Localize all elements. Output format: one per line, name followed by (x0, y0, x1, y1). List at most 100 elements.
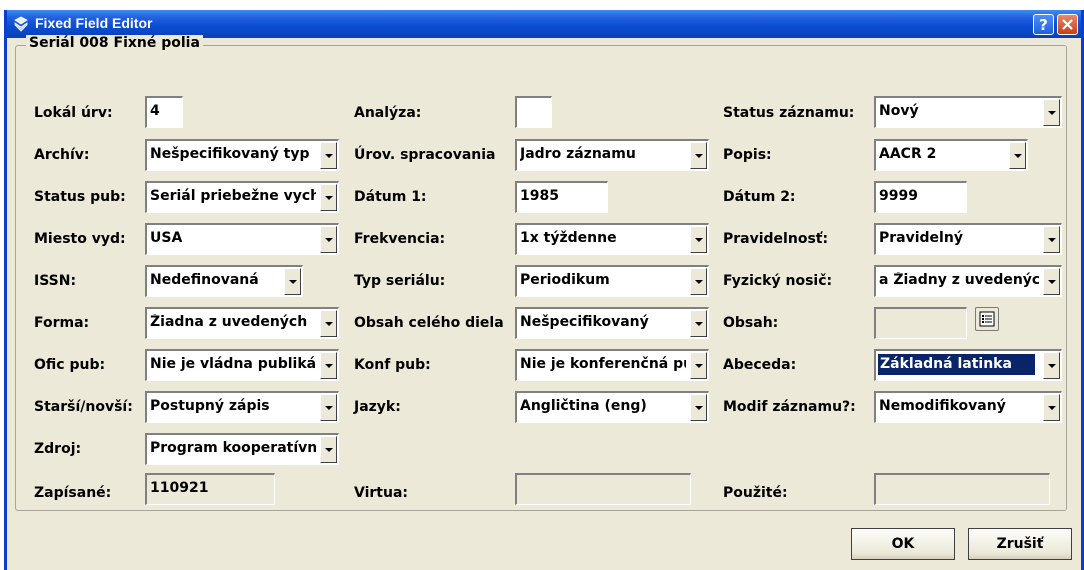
help-button[interactable]: ? (1033, 14, 1054, 35)
fyzicky-nosic-value: a Žiadny z uvedených (879, 272, 1039, 288)
question-icon: ? (1039, 16, 1048, 34)
analyza-field[interactable] (515, 96, 552, 128)
starsi-novsi-value: Postupný zápis (150, 398, 270, 414)
zdroj-dropdown[interactable]: Program kooperatívnej katalogizácie (145, 433, 339, 465)
forma-dropdown[interactable]: Žiadna z uvedených (145, 307, 339, 339)
status-zaznamu-label: Status záznamu: (723, 105, 855, 121)
pouzite-field (874, 473, 1050, 505)
close-icon (1062, 19, 1073, 30)
chevron-down-icon[interactable] (690, 394, 707, 421)
chevron-down-icon[interactable] (690, 226, 707, 253)
issn-value: Nedefinovaná (150, 272, 259, 288)
miesto-vyd-label: Miesto vyd: (34, 231, 126, 247)
datum1-label: Dátum 1: (354, 189, 427, 205)
starsi-novsi-dropdown[interactable]: Postupný zápis (145, 391, 339, 423)
konf-pub-dropdown[interactable]: Nie je konferenčná publikácia (515, 349, 709, 381)
title-bar[interactable]: Fixed Field Editor ? (7, 10, 1081, 38)
status-zaznamu-dropdown[interactable]: Nový (874, 96, 1062, 128)
fyzicky-nosic-label: Fyzický nosič: (723, 273, 833, 289)
obsah-field (874, 307, 967, 339)
archiv-value: Nešpecifikovaný typ (150, 146, 310, 162)
typ-serialu-label: Typ seriálu: (354, 273, 446, 289)
urov-spracovania-label: Úrov. spracovania (354, 147, 496, 163)
close-button[interactable] (1057, 14, 1078, 35)
pravidelnost-dropdown[interactable]: Pravidelný (874, 223, 1062, 255)
chevron-down-icon[interactable] (1043, 394, 1060, 421)
chevron-down-icon[interactable] (320, 352, 337, 379)
chevron-down-icon[interactable] (1043, 268, 1060, 295)
abeceda-label: Abeceda: (723, 357, 797, 373)
chevron-down-icon[interactable] (690, 310, 707, 337)
ok-button[interactable]: OK (851, 528, 955, 560)
pravidelnost-value: Pravidelný (879, 230, 963, 246)
frekvencia-label: Frekvencia: (354, 231, 446, 247)
chevron-down-icon[interactable] (1009, 142, 1026, 169)
frekvencia-dropdown[interactable]: 1x týždenne (515, 223, 709, 255)
virtua-label: Virtua: (354, 485, 408, 501)
chevron-down-icon[interactable] (690, 142, 707, 169)
obsah-celeho-diela-dropdown[interactable]: Nešpecifikovaný (515, 307, 709, 339)
cancel-button[interactable]: Zrušiť (968, 528, 1072, 560)
datum2-label: Dátum 2: (723, 189, 796, 205)
abeceda-value: Základná latinka (878, 354, 1035, 375)
zdroj-label: Zdroj: (34, 441, 82, 457)
typ-serialu-dropdown[interactable]: Periodikum (515, 265, 709, 297)
group-title: Seriál 008 Fixné polia (26, 35, 203, 51)
urov-spracovania-dropdown[interactable]: Jadro záznamu (515, 139, 709, 171)
window-title: Fixed Field Editor (35, 15, 153, 31)
obsah-list-button[interactable] (975, 307, 999, 331)
forma-value: Žiadna z uvedených (150, 314, 308, 330)
archiv-dropdown[interactable]: Nešpecifikovaný typ (145, 139, 339, 171)
abeceda-dropdown[interactable]: Základná latinka (874, 349, 1062, 381)
modif-zaznamu-dropdown[interactable]: Nemodifikovaný (874, 391, 1062, 423)
lokal-urv-field[interactable]: 4 (145, 96, 183, 128)
popis-label: Popis: (723, 147, 772, 163)
chevron-down-icon[interactable] (320, 184, 337, 211)
datum1-field[interactable]: 1985 (515, 181, 608, 213)
zapisane-field: 110921 (145, 473, 275, 505)
chevron-down-icon[interactable] (320, 394, 337, 421)
obsah-celeho-diela-label: Obsah celého diela (354, 315, 504, 331)
miesto-vyd-dropdown[interactable]: USA (145, 223, 339, 255)
chevron-down-icon[interactable] (1043, 226, 1060, 253)
status-pub-dropdown[interactable]: Seriál priebežne vychádza (145, 181, 339, 213)
miesto-vyd-value: USA (150, 230, 183, 246)
forma-label: Forma: (34, 315, 90, 331)
starsi-novsi-label: Starší/novší: (34, 399, 133, 415)
obsah-celeho-diela-value: Nešpecifikovaný (520, 314, 649, 330)
chevron-down-icon[interactable] (320, 226, 337, 253)
ofic-pub-label: Ofic pub: (34, 357, 106, 373)
chevron-down-icon[interactable] (284, 268, 301, 295)
konf-pub-value: Nie je konferenčná publikácia (520, 356, 686, 372)
zapisane-label: Zapísané: (34, 485, 112, 501)
ofic-pub-dropdown[interactable]: Nie je vládna publikácia (145, 349, 339, 381)
popis-dropdown[interactable]: AACR 2 (874, 139, 1028, 171)
svg-text:?: ? (1039, 16, 1048, 34)
popis-value: AACR 2 (879, 146, 937, 162)
issn-dropdown[interactable]: Nedefinovaná (145, 265, 303, 297)
chevron-down-icon[interactable] (1043, 352, 1060, 379)
chevron-down-icon[interactable] (690, 268, 707, 295)
chevron-down-icon[interactable] (1043, 99, 1060, 126)
chevron-down-icon[interactable] (320, 310, 337, 337)
datum2-field[interactable]: 9999 (874, 181, 967, 213)
chevron-down-icon[interactable] (690, 352, 707, 379)
virtua-field (515, 473, 691, 505)
konf-pub-label: Konf pub: (354, 357, 431, 373)
frekvencia-value: 1x týždenne (520, 230, 617, 246)
jazyk-dropdown[interactable]: Angličtina (eng) (515, 391, 709, 423)
zdroj-value: Program kooperatívnej katalogizácie (150, 440, 316, 456)
lokal-urv-label: Lokál úrv: (34, 105, 113, 121)
status-pub-value: Seriál priebežne vychádza (150, 188, 316, 204)
pouzite-label: Použité: (723, 485, 788, 501)
issn-label: ISSN: (34, 273, 77, 289)
chevron-down-icon[interactable] (320, 436, 337, 463)
jazyk-label: Jazyk: (354, 399, 401, 415)
fyzicky-nosic-dropdown[interactable]: a Žiadny z uvedených (874, 265, 1062, 297)
urov-spracovania-value: Jadro záznamu (520, 146, 636, 162)
chevron-down-icon[interactable] (320, 142, 337, 169)
analyza-label: Analýza: (354, 105, 422, 121)
app-icon (14, 16, 28, 32)
list-icon (979, 311, 995, 327)
obsah-label: Obsah: (723, 315, 779, 331)
